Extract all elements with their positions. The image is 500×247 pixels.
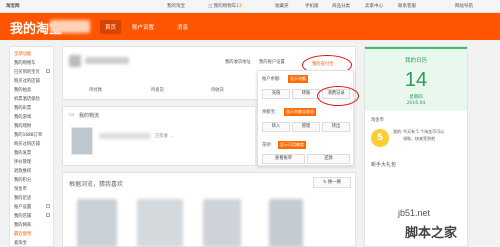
show-huabei-button[interactable]: 显示可用额度 <box>278 141 306 149</box>
blurred-username <box>50 20 90 33</box>
taojinbi-tip: 今天有 5 个淘金币可以 <box>403 129 445 134</box>
header: 我的淘宝 首页 账户设置 消息 <box>0 13 500 40</box>
coin-icon[interactable]: 5 <box>371 129 389 147</box>
recommend-item-image[interactable] <box>137 199 183 247</box>
recommend-item-image[interactable] <box>77 199 117 247</box>
sidebar-item[interactable]: 我的彩票 <box>14 105 31 111</box>
product-thumbnail[interactable] <box>71 127 93 155</box>
stat-pending-payment[interactable]: 待付款 <box>89 87 102 93</box>
calendar-date: 2016.04 <box>406 101 426 106</box>
account-settings-link[interactable]: 我的账户设置 <box>259 59 285 65</box>
top-bar: 淘宝网 我的淘宝 🛒我的购物车12 收藏夹 手机版 商品分类 卖家中心 联系客服… <box>0 0 500 13</box>
cart-link[interactable]: 🛒我的购物车12 <box>208 3 242 9</box>
transfer-button[interactable]: 转账 <box>292 89 320 99</box>
taojinbi-label: 淘金币 <box>371 118 384 123</box>
categories-link[interactable]: 商品分类 <box>332 3 350 9</box>
expand-icon[interactable] <box>46 213 50 217</box>
calendar-title: 我的日历 <box>404 58 427 64</box>
recommend-panel: 根据浏览，猜我喜欢 ↻ 换一换 <box>62 172 356 247</box>
watermark-name: 脚本之家 <box>405 226 458 241</box>
nav-account-settings[interactable]: 账户设置 <box>132 23 154 31</box>
show-yuebao-button[interactable]: 显示余额宝收益 <box>284 108 316 116</box>
recommend-title: 根据浏览，猜我喜欢 <box>69 181 124 188</box>
sidebar-item[interactable]: 机票酒店保险 <box>14 96 40 102</box>
sidebar-item[interactable]: 退款维权 <box>14 168 31 174</box>
recommend-item-image[interactable] <box>203 199 241 247</box>
logistics-title: 我的物流 <box>79 113 100 119</box>
watermark-url: jb51.net <box>398 208 431 218</box>
highlight-circle-bill <box>317 86 359 106</box>
recommend-item-image[interactable] <box>269 199 303 247</box>
sidebar-item[interactable]: 我的1688订单 <box>14 132 42 138</box>
calendar-card: 我的日历 14 星期四 2016.04 <box>365 47 467 111</box>
expand-icon[interactable] <box>46 69 50 73</box>
nav-home[interactable]: 首页 <box>100 20 122 34</box>
blurred-logistics-text <box>99 133 151 139</box>
yuebao-label: 余额宝: <box>262 110 277 115</box>
taobao-logo[interactable]: 淘宝网 <box>6 3 20 9</box>
sidebar-item[interactable]: 我的足迹 <box>14 195 31 201</box>
sidebar-item[interactable]: 淘金币 <box>14 186 27 192</box>
sidebar-item[interactable]: 我的购物车 <box>14 60 35 66</box>
sidebar-item[interactable]: 我的游戏 <box>14 114 31 120</box>
sidebar-recent-heading: 最近使用 <box>14 232 32 237</box>
logistics-panel: ▭ 我的物流 已签收 ... <box>62 106 256 166</box>
huabei-label: 花呗: <box>262 143 273 148</box>
show-balance-button[interactable]: 显示余额 <box>288 75 308 83</box>
sidebar-item[interactable]: 爱淘宝 <box>14 240 27 246</box>
blurred-nickname <box>85 57 129 64</box>
sidebar-item[interactable]: 已买到的宝贝 <box>14 69 40 75</box>
transfer-in-button[interactable]: 转入 <box>262 122 290 132</box>
sidebar-item[interactable]: 账户设置 <box>14 204 31 210</box>
sidebar-item[interactable]: 我的店铺 <box>14 213 31 219</box>
transfer-out-button[interactable]: 转出 <box>322 122 350 132</box>
contact-link[interactable]: 联系客服 <box>398 3 416 9</box>
sidebar-item-all[interactable]: 全部功能 <box>14 51 31 57</box>
sidebar: 全部功能 我的购物车 已买到的宝贝 购买过的店铺 我的拍卖 机票酒店保险 我的彩… <box>9 46 54 247</box>
refresh-button[interactable]: ↻ 换一换 <box>313 177 351 188</box>
seller-center-link[interactable]: 卖家中心 <box>365 3 383 9</box>
avatar[interactable] <box>69 55 81 67</box>
my-taobao-link[interactable]: 我的淘宝 <box>167 3 185 9</box>
sidebar-item[interactable]: 购买过的店铺 <box>14 141 40 147</box>
sidebar-item[interactable]: 我的发票 <box>14 150 31 156</box>
calendar-day: 14 <box>404 69 428 91</box>
taojinbi-tip: 领取，快来签到吧 <box>403 136 435 141</box>
alipay-dropdown: 账户余额: 显示余额 充值 转账 消费记录 余额宝: 显示余额宝收益 转入 管理… <box>257 70 354 166</box>
mobile-link[interactable]: 手机版 <box>305 3 319 9</box>
logistics-note: 已签收 ... <box>155 134 174 139</box>
sidebar-item[interactable]: 我的理财 <box>14 123 31 129</box>
truck-icon: ▭ <box>69 111 75 118</box>
shipping-address-link[interactable]: 我的收货地址 <box>225 59 251 65</box>
recharge-button[interactable]: 充值 <box>262 89 290 99</box>
gift-package-link[interactable]: 新手大礼包 <box>371 161 396 168</box>
sidebar-item[interactable]: 评价管理 <box>14 159 31 165</box>
repay-button[interactable]: 还款 <box>307 154 350 164</box>
refresh-icon: ↻ <box>323 180 327 185</box>
expand-icon[interactable] <box>46 204 50 208</box>
sidebar-item[interactable]: 我的网商 <box>14 222 31 228</box>
check-bill-button[interactable]: 查看账单 <box>262 154 305 164</box>
sidebar-item[interactable]: 购买过的店铺 <box>14 78 40 84</box>
calendar-weekday: 星期四 <box>409 95 423 100</box>
sidebar-item[interactable]: 我的积分 <box>14 177 31 183</box>
sitemap-link[interactable]: 网站导航 <box>455 3 473 9</box>
balance-label: 账户余额: <box>262 77 281 82</box>
stat-pending-receipt[interactable]: 待收货 <box>211 87 224 93</box>
manage-button[interactable]: 管理 <box>292 122 320 132</box>
stat-pending-shipping[interactable]: 待发货 <box>151 87 164 93</box>
sidebar-item[interactable]: 我的拍卖 <box>14 87 31 93</box>
favorites-link[interactable]: 收藏夹 <box>275 3 289 9</box>
nav-messages[interactable]: 消息 <box>177 23 188 31</box>
